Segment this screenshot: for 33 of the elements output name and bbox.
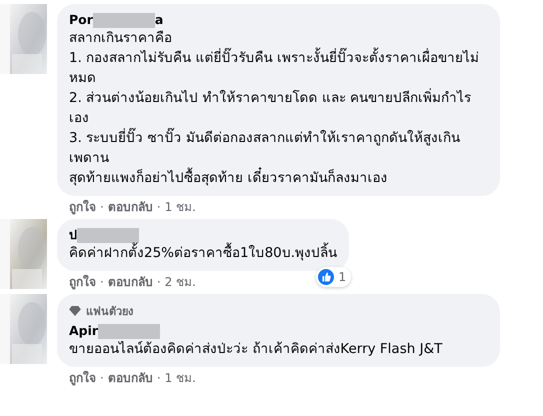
- reply-link[interactable]: ตอบกลับ: [108, 199, 153, 215]
- comment-time[interactable]: 1 ชม.: [164, 370, 196, 386]
- comment-text: สลากเกินราคาคือ: [69, 29, 173, 48]
- reaction-count[interactable]: 1: [316, 267, 352, 287]
- comment-text: 2. ส่วนต่างน้อยเกินไป ทำให้ราคาขายโดด และ คนขายปลีกเพิ่มกำไรเอง: [69, 88, 472, 128]
- badge-label: แฟนตัวยง: [86, 304, 133, 320]
- redaction-bar: [98, 324, 160, 338]
- author-name[interactable]: ป: [69, 227, 77, 243]
- like-link[interactable]: ถูกใจ: [69, 274, 96, 290]
- separator: ·: [156, 274, 161, 290]
- author-name[interactable]: Por: [69, 12, 93, 28]
- reply-link[interactable]: ตอบกลับ: [108, 370, 153, 386]
- author-name[interactable]: a: [154, 12, 164, 28]
- redaction-bar: [77, 228, 139, 242]
- comment-time[interactable]: 2 ชม.: [164, 274, 196, 290]
- comment-text: 3. ระบบยี่ปั๊ว ซาปั๊ว มันดีต่อกองสลากแต่ทำให้เราคาถูกดันให้สูงเกินเพดาน: [69, 128, 488, 168]
- author-name[interactable]: Apir: [69, 323, 98, 339]
- comment-text: คิดค่าฝากตั้ง25%ต่อราคาซื้อ1ใบ80บ.พุงปลิ้น: [69, 243, 338, 263]
- separator: ·: [100, 370, 104, 386]
- like-link[interactable]: ถูกใจ: [69, 199, 96, 215]
- comment-time[interactable]: 1 ชม.: [164, 199, 196, 215]
- comment-text: ขายออนไลน์ต้องคิดค่าส่งป่ะว่ะ ถ้าเค้าคิดค่าส่งKerry Flash J&T: [69, 340, 444, 359]
- separator: ·: [156, 199, 161, 215]
- reply-link[interactable]: ตอบกลับ: [108, 274, 153, 290]
- redaction-bar: [92, 12, 155, 28]
- separator: ·: [100, 274, 104, 290]
- comment-text: สุดท้ายแพงก็อย่าไปซื้อสุดท้าย เดี๋ยวราคามันก็ลงมาเอง: [69, 168, 488, 188]
- separator: ·: [100, 199, 104, 215]
- diamond-icon: [69, 306, 81, 316]
- thumbs-up-icon: [318, 269, 334, 285]
- separator: ·: [156, 370, 161, 386]
- like-link[interactable]: ถูกใจ: [69, 370, 96, 386]
- comment-text: 1. กองสลากไม่รับคืน แต่ยี่ปั๊วรับคืน เพราะงั้นยี่ปั๊วจะตั้งราคาเผื่อขายไม่หมด: [69, 48, 488, 88]
